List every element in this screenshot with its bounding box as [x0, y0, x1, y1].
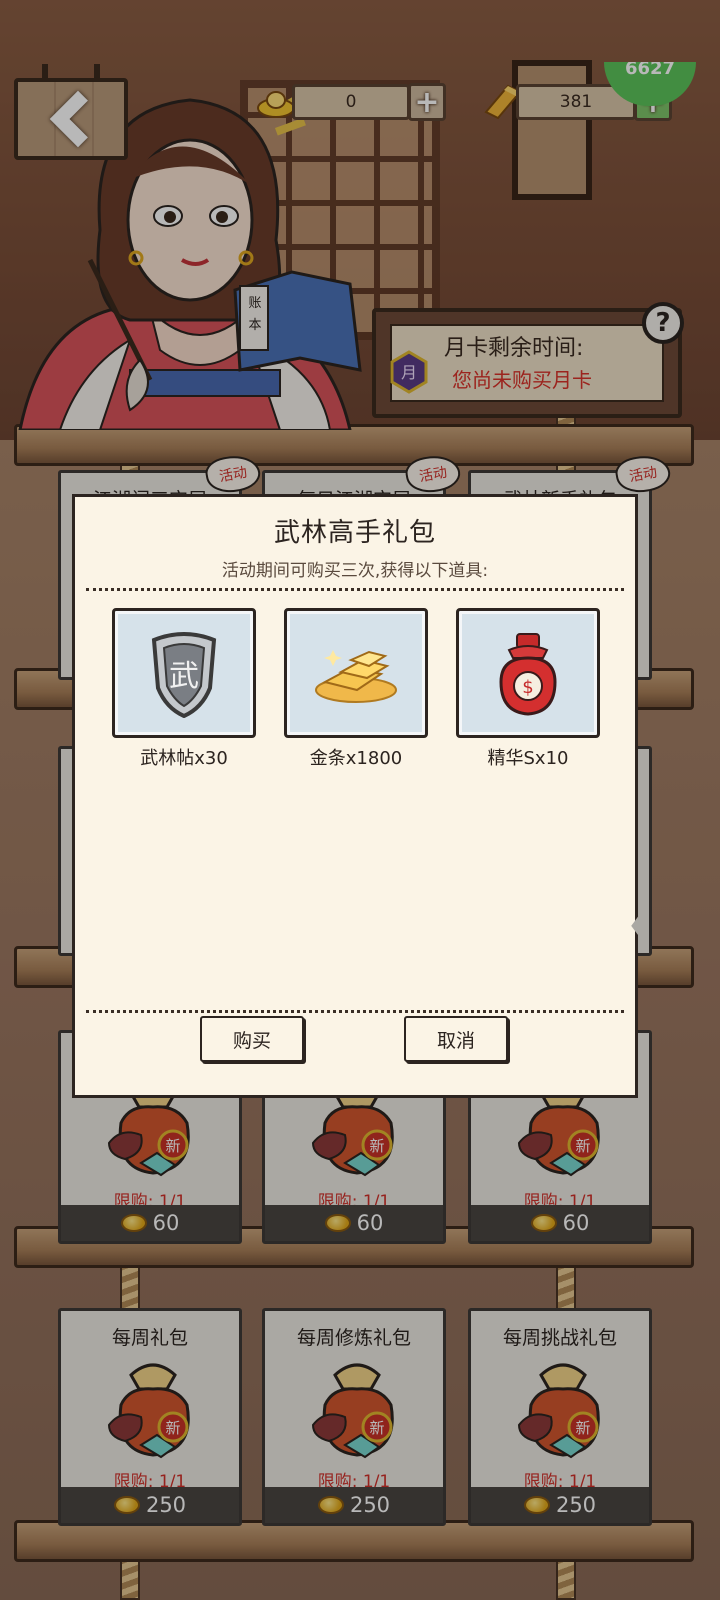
reward-frame	[284, 608, 428, 738]
reward-label: 武林帖x30	[140, 748, 228, 769]
essence-pouch-icon: $	[499, 633, 557, 716]
token-glyph: 武	[169, 659, 199, 694]
dialog-title: 武林高手礼包	[273, 518, 436, 548]
reward-frame: $	[456, 608, 600, 738]
reward-label: 精华Sx10	[487, 748, 569, 769]
shop-scene: 账 本 0 + 381 + 6627 月 月卡剩余时间: 您尚未购买	[0, 0, 720, 1600]
reward-item[interactable]: $ 精华Sx10	[456, 608, 600, 770]
reward-frame: 武	[112, 608, 256, 738]
reward-item[interactable]: 武 武林帖x30	[112, 608, 256, 770]
reward-label: 金条x1800	[309, 748, 403, 769]
cancel-button[interactable]: 取消	[404, 1016, 508, 1062]
dialog-description: 活动期间可购买三次,获得以下道具:	[221, 561, 489, 581]
divider	[86, 588, 624, 591]
reward-item[interactable]: 金条x1800	[284, 608, 428, 770]
gift-pack-dialog: 武林高手礼包 活动期间可购买三次,获得以下道具: 武 武林帖x30 金条x180…	[72, 494, 638, 1098]
buy-button[interactable]: 购买	[200, 1016, 304, 1062]
dialog-paper	[72, 494, 638, 1098]
wulin-token-icon: 武	[151, 632, 217, 718]
pouch-glyph: $	[522, 677, 533, 698]
divider	[86, 1010, 624, 1013]
gold-bars-icon	[315, 650, 397, 703]
